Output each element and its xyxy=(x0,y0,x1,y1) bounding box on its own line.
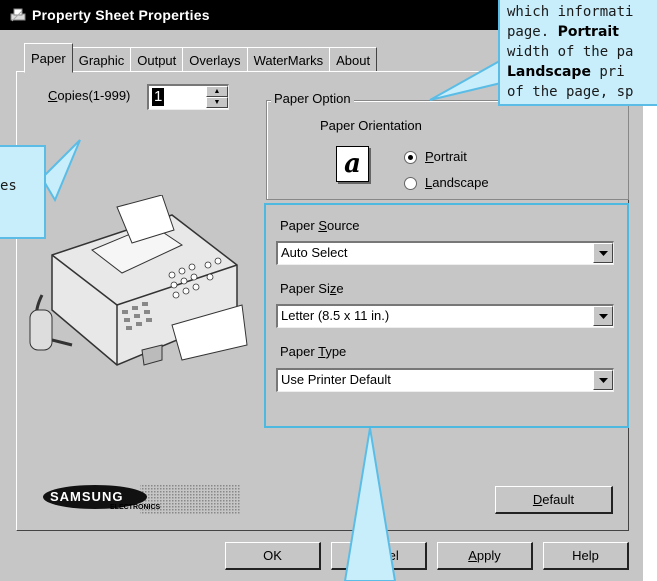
callout-right-line3: width of the pa xyxy=(507,44,634,60)
callout-right-line2: page. Portrait xyxy=(507,24,619,40)
callout-right-line1: which informati xyxy=(507,4,634,20)
callout-left-text: es xyxy=(0,178,17,194)
callout-right-line4: Landscape pri xyxy=(507,64,625,80)
callout-right-line5: of the page, sp xyxy=(507,84,634,100)
tab-paper[interactable]: Paper xyxy=(24,43,73,73)
